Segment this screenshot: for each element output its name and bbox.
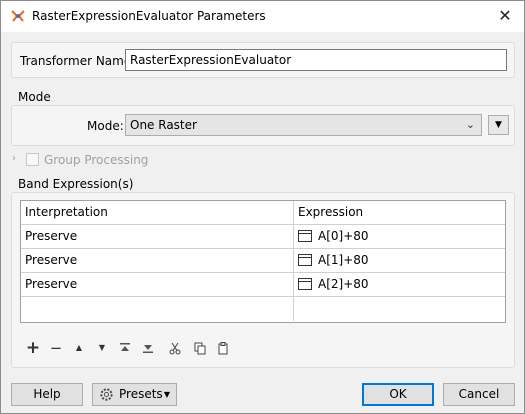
chevron-down-icon: ⌄ — [465, 118, 475, 131]
dialog-window: RasterExpressionEvaluator Parameters ✕ T… — [0, 0, 525, 414]
expression-cell[interactable]: A[2]+80 — [294, 273, 505, 297]
transformer-name-input[interactable]: RasterExpressionEvaluator — [125, 49, 507, 71]
mode-section-title: Mode — [18, 90, 51, 104]
group-processing-label: Group Processing — [44, 153, 149, 167]
expression-value: A[1]+80 — [318, 253, 369, 267]
group-processing-checkbox[interactable] — [26, 153, 39, 166]
mode-select-value: One Raster — [130, 118, 197, 132]
move-bottom-icon[interactable] — [140, 340, 156, 356]
paste-icon[interactable] — [215, 340, 231, 356]
close-icon[interactable]: ✕ — [494, 5, 516, 27]
title-bar: RasterExpressionEvaluator Parameters ✕ — [1, 1, 524, 32]
move-down-icon[interactable]: ▼ — [94, 340, 110, 356]
expression-value: A[0]+80 — [318, 229, 369, 243]
expand-chevron-icon[interactable]: › — [12, 153, 16, 164]
ok-button[interactable]: OK — [362, 383, 434, 406]
transformer-name-label: Transformer Name: — [20, 54, 136, 68]
expression-value: A[2]+80 — [318, 277, 369, 291]
empty-row-cell[interactable] — [21, 297, 294, 321]
interpretation-cell[interactable]: Preserve — [21, 225, 294, 249]
expression-editor-icon[interactable] — [298, 254, 312, 266]
expression-cell[interactable]: A[0]+80 — [294, 225, 505, 249]
expression-editor-icon[interactable] — [298, 230, 312, 242]
triangle-down-icon: ▼ — [495, 120, 502, 130]
help-button[interactable]: Help — [11, 383, 83, 406]
presets-label: Presets — [119, 387, 163, 401]
copy-icon[interactable] — [192, 340, 208, 356]
empty-row-cell[interactable] — [294, 297, 505, 321]
column-header-interpretation[interactable]: Interpretation — [21, 201, 294, 225]
mode-menu-button[interactable]: ▼ — [488, 115, 509, 135]
move-up-icon[interactable]: ▲ — [71, 340, 87, 356]
remove-icon[interactable]: − — [48, 340, 64, 356]
app-icon — [11, 10, 25, 22]
cut-icon[interactable] — [167, 340, 183, 356]
presets-button[interactable]: Presets ▼ — [92, 383, 177, 406]
move-top-icon[interactable] — [117, 340, 133, 356]
mode-label: Mode: — [87, 119, 124, 133]
triangle-down-icon: ▼ — [163, 390, 170, 399]
window-title: RasterExpressionEvaluator Parameters — [32, 9, 266, 23]
mode-select[interactable]: One Raster ⌄ — [125, 114, 482, 136]
band-expressions-title: Band Expression(s) — [18, 177, 134, 191]
expression-cell[interactable]: A[1]+80 — [294, 249, 505, 273]
interpretation-cell[interactable]: Preserve — [21, 249, 294, 273]
expression-editor-icon[interactable] — [298, 278, 312, 290]
interpretation-cell[interactable]: Preserve — [21, 273, 294, 297]
add-icon[interactable]: + — [25, 340, 41, 357]
gear-icon — [100, 388, 113, 401]
column-header-expression[interactable]: Expression — [294, 201, 505, 225]
cancel-button[interactable]: Cancel — [443, 383, 515, 406]
band-expressions-table: Interpretation Expression Preserve A[0]+… — [20, 200, 506, 323]
